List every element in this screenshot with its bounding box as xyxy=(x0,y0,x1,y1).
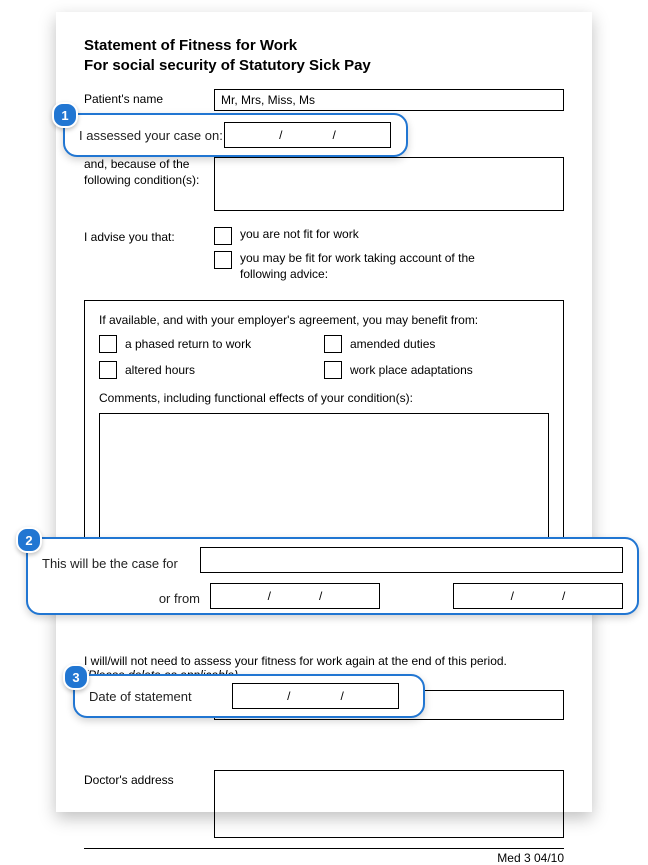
assessed-label: I assessed your case on: xyxy=(79,128,224,143)
benefit-phased-return: a phased return to work xyxy=(125,337,251,351)
comments-label: Comments, including functional effects o… xyxy=(99,391,549,405)
checkbox-workplace-adaptations[interactable] xyxy=(324,361,342,379)
assessed-date-field[interactable]: // xyxy=(224,122,391,148)
option-may-be-fit: you may be fit for work taking account o… xyxy=(240,251,480,282)
case-for-label: This will be the case for xyxy=(42,550,200,571)
date-statement-label: Date of statement xyxy=(89,689,232,704)
benefit-workplace-adaptations: work place adaptations xyxy=(350,363,473,377)
title-line-1: Statement of Fitness for Work xyxy=(84,36,564,56)
conditions-row: and, because of the following condition(… xyxy=(84,157,564,211)
date-slash: / xyxy=(279,128,282,142)
date-statement-field[interactable]: // xyxy=(232,683,399,709)
from-date-field[interactable]: // xyxy=(210,583,380,609)
callout-2: This will be the case for or from // // xyxy=(26,537,639,615)
reassess-line: I will/will not need to assess your fitn… xyxy=(84,654,564,668)
option-not-fit: you are not fit for work xyxy=(240,227,359,245)
title-line-2: For social security of Statutory Sick Pa… xyxy=(84,56,564,76)
date-slash: / xyxy=(333,128,336,142)
date-slash: / xyxy=(287,689,290,703)
date-slash: / xyxy=(562,589,565,603)
callout-3: Date of statement // xyxy=(73,674,425,718)
benefit-altered-hours: altered hours xyxy=(125,363,195,377)
patient-name-label: Patient's name xyxy=(84,89,214,111)
advise-label: I advise you that: xyxy=(84,227,214,244)
to-date-field[interactable]: // xyxy=(453,583,623,609)
benefit-panel: If available, and with your employer's a… xyxy=(84,300,564,566)
callout-1: I assessed your case on: // xyxy=(63,113,408,157)
date-slash: / xyxy=(341,689,344,703)
or-from-label: or from xyxy=(42,587,210,606)
callout-badge-2: 2 xyxy=(16,527,42,553)
conditions-field[interactable] xyxy=(214,157,564,211)
conditions-label: and, because of the following condition(… xyxy=(84,157,214,211)
comments-field[interactable] xyxy=(99,413,549,555)
checkbox-not-fit[interactable] xyxy=(214,227,232,245)
patient-name-row: Patient's name Mr, Mrs, Miss, Ms xyxy=(84,89,564,111)
checkbox-may-be-fit[interactable] xyxy=(214,251,232,269)
address-field[interactable] xyxy=(214,770,564,838)
date-slash: / xyxy=(511,589,514,603)
callout-badge-1: 1 xyxy=(52,102,78,128)
callout-badge-3: 3 xyxy=(63,664,89,690)
checkbox-amended-duties[interactable] xyxy=(324,335,342,353)
patient-name-field[interactable]: Mr, Mrs, Miss, Ms xyxy=(214,89,564,111)
checkbox-phased-return[interactable] xyxy=(99,335,117,353)
benefit-amended-duties: amended duties xyxy=(350,337,435,351)
checkbox-altered-hours[interactable] xyxy=(99,361,117,379)
address-label: Doctor's address xyxy=(84,770,214,838)
benefit-header: If available, and with your employer's a… xyxy=(99,313,549,327)
date-slash: / xyxy=(319,589,322,603)
footer-code: Med 3 04/10 xyxy=(84,848,564,865)
date-slash: / xyxy=(268,589,271,603)
case-for-field[interactable] xyxy=(200,547,623,573)
